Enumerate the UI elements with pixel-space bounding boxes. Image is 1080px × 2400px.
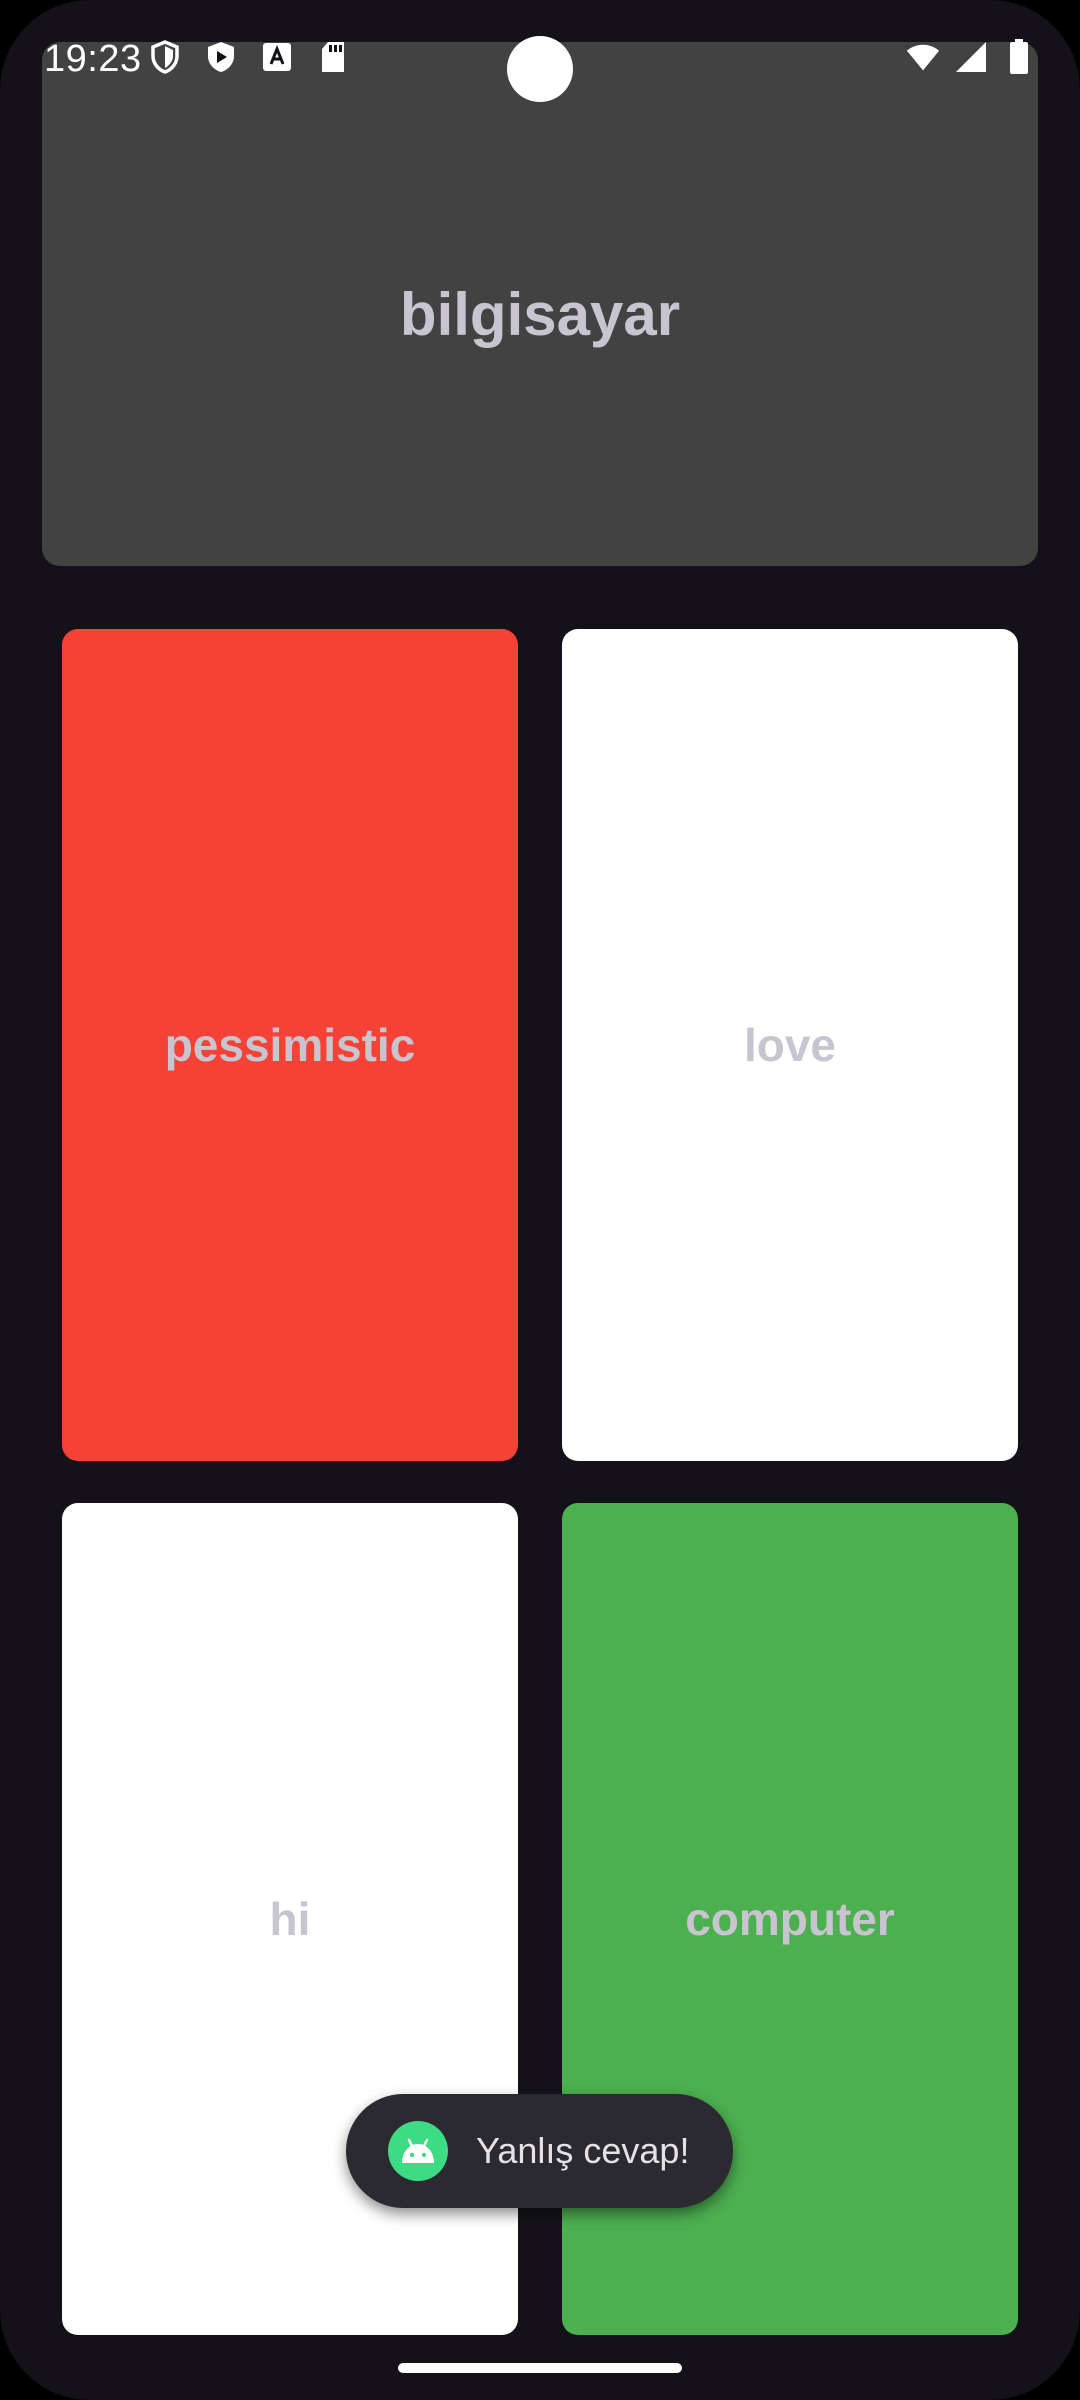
status-icons-left: [148, 40, 350, 74]
answer-option-pessimistic[interactable]: pessimistic: [62, 629, 518, 1461]
play-protect-icon: [204, 40, 238, 74]
signal-icon: [954, 40, 988, 74]
status-icons-right: [906, 39, 1036, 74]
shield-icon: [148, 40, 182, 74]
android-icon: [388, 2121, 448, 2181]
answer-option-computer[interactable]: computer: [562, 1503, 1018, 2335]
toast-text: Yanlış cevap!: [476, 2130, 690, 2171]
question-card: bilgisayar: [42, 42, 1038, 566]
question-word: bilgisayar: [399, 280, 681, 348]
battery-icon: [1002, 39, 1036, 74]
home-gesture-bar[interactable]: [398, 2363, 682, 2373]
wifi-icon: [906, 40, 940, 74]
status-time: 19:23: [44, 38, 142, 80]
a-badge-icon: [260, 40, 294, 74]
answer-option-hi[interactable]: hi: [62, 1503, 518, 2335]
answer-label: hi: [269, 1893, 311, 1945]
answer-label: pessimistic: [164, 1019, 416, 1071]
phone-screen: 19:23 bilgisayar pessimistic love hi com…: [0, 0, 1080, 2400]
answer-label: computer: [685, 1893, 895, 1945]
answer-label: love: [743, 1019, 837, 1071]
sd-card-icon: [316, 40, 350, 74]
front-camera: [507, 36, 573, 102]
toast-message: Yanlış cevap!: [346, 2094, 734, 2208]
answer-option-love[interactable]: love: [562, 629, 1018, 1461]
